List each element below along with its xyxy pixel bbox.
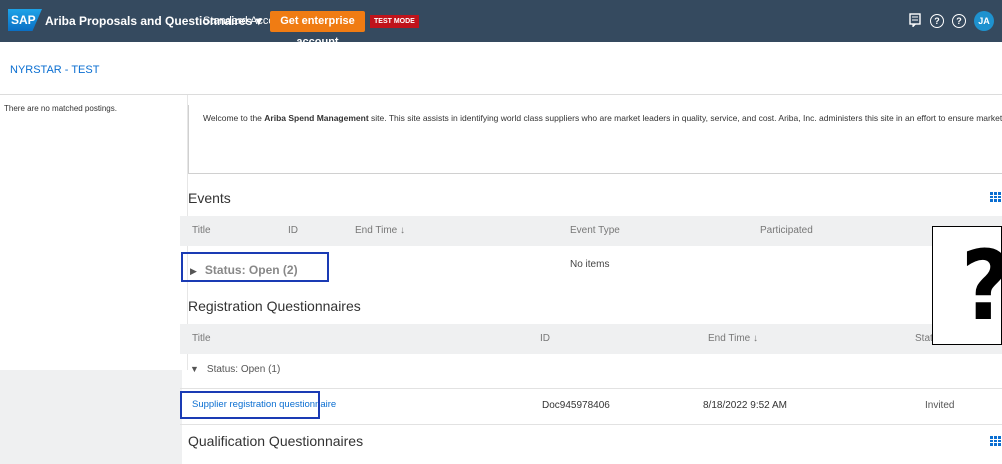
col-status[interactable]: Stat: [915, 324, 933, 354]
highlight-box: [180, 391, 320, 419]
left-panel: [0, 95, 188, 370]
notifications-icon[interactable]: [907, 13, 923, 29]
welcome-text: Welcome to the Ariba Spend Management si…: [203, 113, 1002, 123]
col-end-time[interactable]: End Time ↓: [355, 216, 405, 246]
get-enterprise-account-button[interactable]: Get enterprise account: [270, 11, 365, 48]
row-divider: [180, 388, 1002, 389]
col-id[interactable]: ID: [288, 216, 298, 246]
questionnaire-end-time: 8/18/2022 9:52 AM: [703, 400, 787, 411]
collapse-arrow-icon[interactable]: ▼: [190, 364, 199, 374]
test-mode-badge: TEST MODE: [370, 15, 419, 28]
question-mark-overlay: ?: [932, 226, 1002, 345]
events-title: Events: [188, 190, 231, 206]
registration-title: Registration Questionnaires: [188, 298, 361, 314]
col-title[interactable]: Title: [192, 324, 211, 354]
support-icon[interactable]: ?: [952, 14, 966, 28]
row-divider: [180, 424, 1002, 425]
col-title[interactable]: Title: [192, 216, 211, 246]
sap-logo[interactable]: SAP: [8, 9, 42, 31]
events-table-header: Title ID End Time ↓ Event Type Participa…: [180, 216, 1002, 246]
top-bar: SAP Ariba Proposals and Questionnaires ▾…: [0, 0, 1002, 48]
qualification-title: Qualification Questionnaires: [188, 433, 364, 449]
registration-status-group[interactable]: ▼ Status: Open (1): [190, 364, 280, 375]
no-postings-message: There are no matched postings.: [4, 104, 117, 113]
col-participated[interactable]: Participated: [760, 216, 813, 246]
questionnaire-status: Invited: [925, 400, 955, 411]
help-icon[interactable]: ?: [930, 14, 944, 28]
questionnaire-id: Doc945978406: [542, 400, 610, 411]
left-panel-footer: [0, 370, 182, 464]
welcome-panel: Welcome to the Ariba Spend Management si…: [188, 105, 1002, 174]
col-end-time[interactable]: End Time ↓: [708, 324, 758, 354]
site-name: Ariba Spend Management: [264, 113, 369, 123]
user-avatar[interactable]: JA: [974, 11, 994, 31]
col-id[interactable]: ID: [540, 324, 550, 354]
qualification-table-options-icon[interactable]: [990, 436, 1001, 446]
events-table-options-icon[interactable]: [990, 192, 1001, 202]
company-name[interactable]: NYRSTAR - TEST: [10, 64, 99, 76]
registration-table-header: Title ID End Time ↓ Stat: [180, 324, 1002, 354]
events-empty-text: No items: [570, 259, 610, 270]
col-event-type[interactable]: Event Type: [570, 216, 620, 246]
highlight-box: [181, 252, 329, 282]
